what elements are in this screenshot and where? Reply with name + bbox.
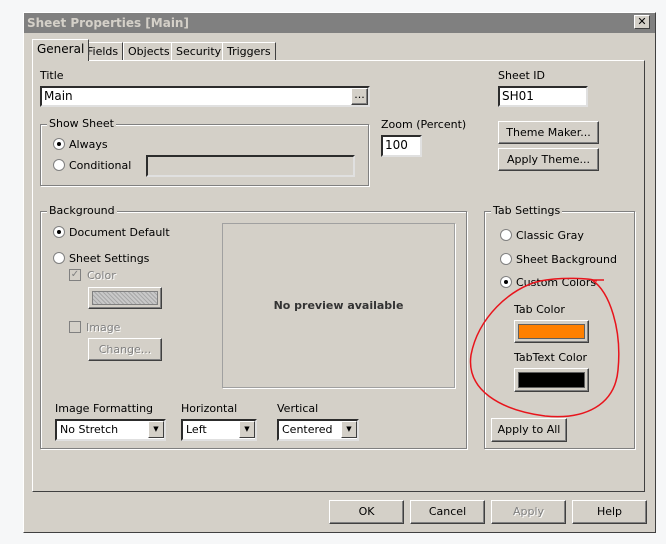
- apply-button[interactable]: Apply: [491, 500, 566, 524]
- help-button[interactable]: Help: [572, 500, 647, 524]
- ok-button[interactable]: OK: [329, 500, 404, 524]
- tab-general[interactable]: General: [32, 39, 90, 61]
- annotation-stroke: [469, 277, 620, 418]
- cancel-button[interactable]: Cancel: [410, 500, 485, 524]
- red-annotation-circle: [469, 277, 620, 418]
